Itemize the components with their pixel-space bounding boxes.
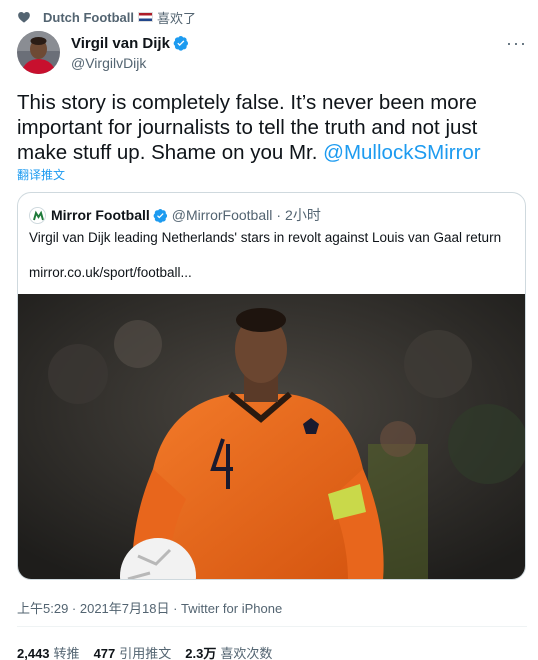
author-name[interactable]: Virgil van Dijk xyxy=(71,35,170,52)
retweets-count[interactable]: 2,443 转推 xyxy=(17,643,80,660)
likes-count[interactable]: 2.3万 喜欢次数 xyxy=(185,643,272,660)
quoted-author-name[interactable]: Mirror Football xyxy=(51,207,150,223)
quoted-tweet[interactable]: Mirror Football @MirrorFootball · 2小时 Vi… xyxy=(17,192,526,580)
divider xyxy=(17,626,527,627)
quoted-tweet-image[interactable] xyxy=(18,294,525,579)
quoted-avatar xyxy=(29,206,46,224)
tweet-timestamp[interactable]: 上午5:29 · 2021年7月18日 · xyxy=(17,601,181,616)
quote-tweets-count[interactable]: 477 引用推文 xyxy=(94,643,172,660)
stat-number: 477 xyxy=(93,646,116,660)
translate-tweet-link[interactable]: 翻译推文 xyxy=(17,166,65,183)
author-handle[interactable]: @VirgilvDijk xyxy=(71,55,189,71)
social-context[interactable]: Dutch Football 喜欢了 xyxy=(17,7,196,27)
verified-badge-icon xyxy=(173,36,188,51)
quoted-author-handle[interactable]: @MirrorFootball xyxy=(172,207,273,223)
separator-dot: · xyxy=(276,207,282,223)
tweet-text: This story is completely false. It’s nev… xyxy=(17,90,517,165)
verified-badge-icon xyxy=(153,208,167,223)
tweet-stats: 2,443 转推 477 引用推文 2.3万 喜欢次数 xyxy=(17,643,286,660)
heart-icon xyxy=(18,12,30,23)
stat-label: 引用推文 xyxy=(119,646,172,660)
quoted-tweet-header: Mirror Football @MirrorFootball · 2小时 xyxy=(29,205,321,225)
quoted-tweet-link[interactable]: mirror.co.uk/sport/football... xyxy=(29,265,192,280)
liked-by-user[interactable]: Dutch Football xyxy=(43,10,134,25)
stat-label: 转推 xyxy=(53,646,80,660)
stat-number: 2,443 xyxy=(17,646,50,660)
stat-label: 喜欢次数 xyxy=(220,646,273,660)
quoted-tweet-text: Virgil van Dijk leading Netherlands' sta… xyxy=(29,230,502,245)
tweet-header: Virgil van Dijk @VirgilvDijk ··· xyxy=(17,31,527,74)
quoted-timestamp[interactable]: 2小时 xyxy=(285,205,321,225)
stat-number: 2.3万 xyxy=(185,646,217,660)
mention-link[interactable]: @MullockSMirror xyxy=(323,141,480,164)
avatar[interactable] xyxy=(17,31,60,74)
tweet-source[interactable]: Twitter for iPhone xyxy=(181,601,282,616)
liked-label: 喜欢了 xyxy=(157,10,197,26)
tweet-meta: 上午5:29 · 2021年7月18日 · Twitter for iPhone xyxy=(17,598,282,617)
more-options-button[interactable]: ··· xyxy=(506,33,527,54)
netherlands-flag-icon xyxy=(138,12,153,22)
